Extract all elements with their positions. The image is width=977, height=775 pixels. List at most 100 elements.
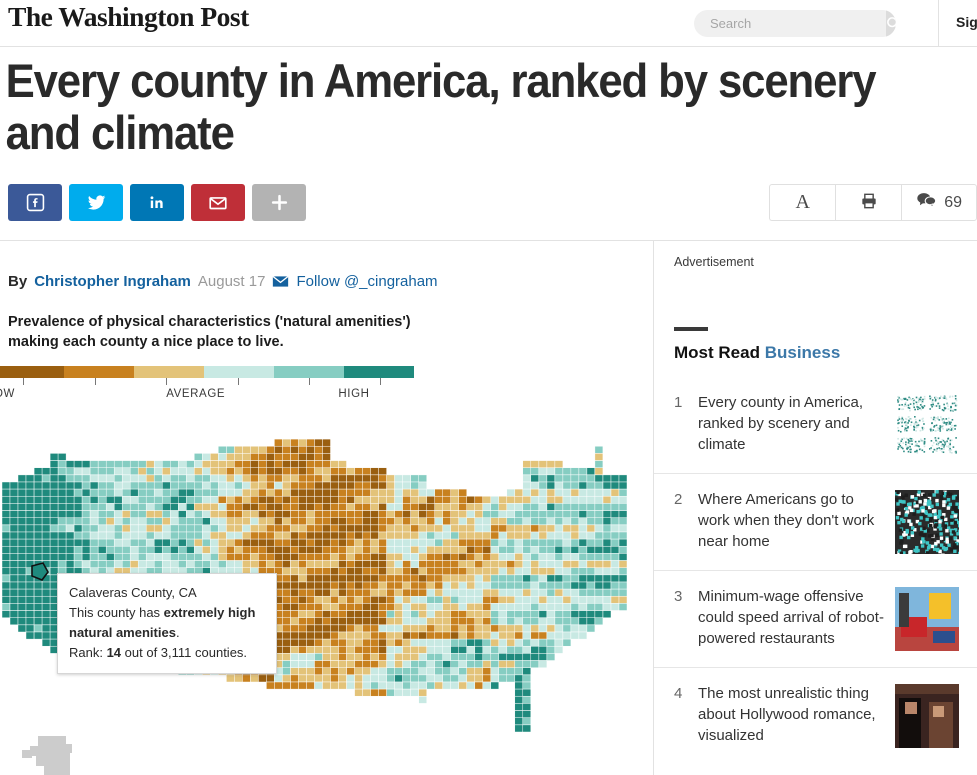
county[interactable]: [121, 460, 131, 469]
county[interactable]: [354, 560, 363, 569]
county[interactable]: [41, 632, 51, 640]
county[interactable]: [33, 589, 43, 597]
county[interactable]: [266, 525, 275, 533]
county[interactable]: [226, 482, 235, 490]
county[interactable]: [330, 682, 339, 690]
county[interactable]: [25, 496, 35, 505]
county[interactable]: [514, 660, 524, 669]
county[interactable]: [450, 610, 459, 619]
county[interactable]: [498, 646, 508, 655]
county[interactable]: [137, 510, 147, 519]
county[interactable]: [314, 482, 323, 490]
county[interactable]: [570, 575, 580, 583]
county[interactable]: [121, 539, 131, 547]
county[interactable]: [562, 475, 572, 483]
county[interactable]: [226, 532, 235, 540]
county[interactable]: [226, 675, 235, 683]
county[interactable]: [426, 646, 435, 655]
county[interactable]: [258, 546, 267, 555]
county[interactable]: [81, 496, 91, 505]
county[interactable]: [482, 525, 492, 533]
county[interactable]: [466, 632, 475, 640]
county[interactable]: [482, 589, 492, 597]
county[interactable]: [538, 567, 548, 576]
county[interactable]: [506, 539, 516, 547]
share-email-button[interactable]: [191, 184, 245, 222]
county[interactable]: [194, 482, 203, 490]
county[interactable]: [65, 539, 75, 547]
county[interactable]: [418, 653, 427, 662]
county[interactable]: [282, 632, 291, 640]
county[interactable]: [546, 496, 556, 505]
county[interactable]: [346, 682, 355, 690]
county[interactable]: [426, 510, 435, 519]
county[interactable]: [162, 553, 171, 562]
county[interactable]: [434, 625, 443, 633]
county[interactable]: [89, 532, 99, 540]
county[interactable]: [474, 510, 484, 519]
county[interactable]: [9, 575, 19, 583]
county[interactable]: [250, 553, 259, 562]
county[interactable]: [570, 560, 580, 569]
county[interactable]: [370, 467, 379, 476]
county[interactable]: [378, 625, 387, 633]
county[interactable]: [210, 532, 219, 540]
county[interactable]: [282, 625, 291, 633]
county[interactable]: [498, 517, 508, 526]
county[interactable]: [65, 467, 75, 476]
county[interactable]: [210, 460, 219, 469]
county[interactable]: [298, 446, 307, 454]
county[interactable]: [73, 539, 83, 547]
county[interactable]: [1, 503, 11, 512]
county[interactable]: [17, 517, 27, 526]
county[interactable]: [322, 667, 331, 676]
county[interactable]: [274, 482, 283, 490]
county[interactable]: [450, 646, 459, 655]
county[interactable]: [330, 596, 339, 605]
county[interactable]: [418, 625, 427, 633]
county[interactable]: [121, 475, 131, 483]
county[interactable]: [562, 489, 572, 497]
county[interactable]: [178, 510, 187, 519]
county[interactable]: [522, 596, 532, 605]
county[interactable]: [370, 632, 379, 640]
county[interactable]: [186, 553, 195, 562]
county[interactable]: [210, 539, 219, 547]
county[interactable]: [306, 453, 315, 462]
county[interactable]: [49, 532, 59, 540]
county[interactable]: [97, 496, 107, 505]
county[interactable]: [170, 510, 179, 519]
county[interactable]: [578, 546, 588, 555]
county[interactable]: [410, 503, 419, 512]
county[interactable]: [450, 532, 459, 540]
county[interactable]: [610, 539, 620, 547]
county[interactable]: [530, 575, 540, 583]
county[interactable]: [530, 617, 540, 626]
county[interactable]: [538, 603, 548, 612]
county[interactable]: [322, 475, 331, 483]
county[interactable]: [274, 682, 283, 690]
county[interactable]: [442, 532, 451, 540]
county[interactable]: [314, 439, 323, 447]
county[interactable]: [242, 475, 251, 483]
county[interactable]: [33, 539, 43, 547]
county[interactable]: [554, 510, 564, 519]
county[interactable]: [434, 589, 443, 597]
county[interactable]: [506, 546, 516, 555]
county[interactable]: [322, 446, 331, 454]
county[interactable]: [153, 539, 163, 547]
county[interactable]: [394, 567, 403, 576]
county[interactable]: [442, 603, 451, 612]
county[interactable]: [226, 475, 235, 483]
county[interactable]: [554, 575, 564, 583]
county[interactable]: [402, 610, 411, 619]
search-input[interactable]: [694, 10, 886, 37]
county[interactable]: [618, 482, 628, 490]
washington-post-logo[interactable]: The Washington Post: [8, 2, 249, 33]
county[interactable]: [282, 475, 291, 483]
county[interactable]: [610, 575, 620, 583]
county[interactable]: [594, 503, 604, 512]
county[interactable]: [346, 617, 355, 626]
county[interactable]: [250, 460, 259, 469]
county[interactable]: [25, 482, 35, 490]
